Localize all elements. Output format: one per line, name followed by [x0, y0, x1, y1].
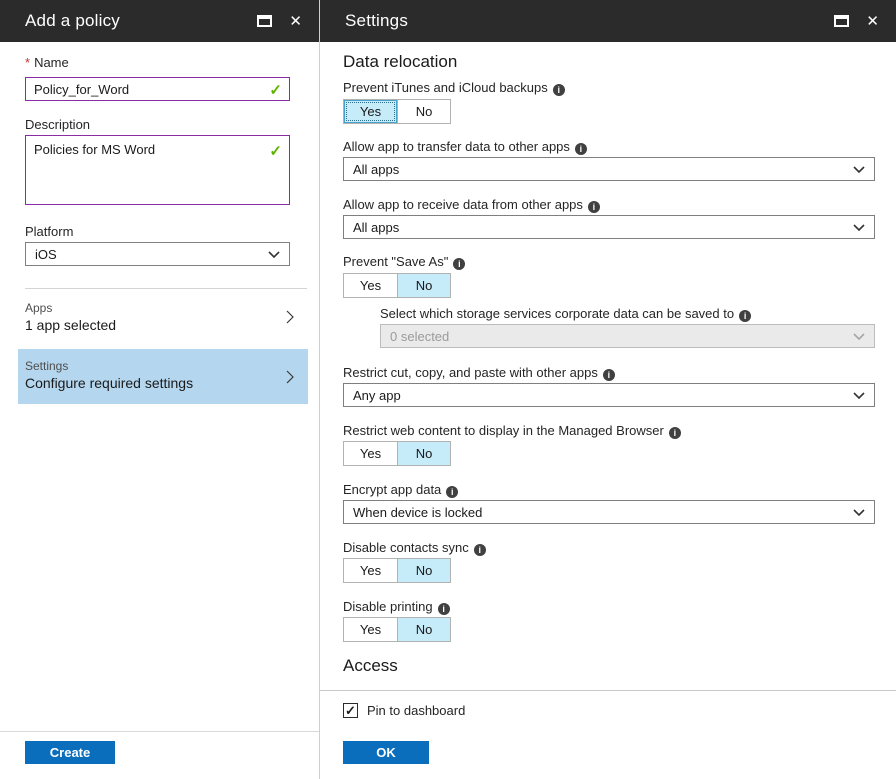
- toggle-disable-contacts-sync: Yes No: [343, 558, 451, 583]
- chevron-down-icon: [268, 251, 280, 258]
- platform-select[interactable]: iOS: [25, 242, 290, 266]
- maximize-icon[interactable]: [257, 15, 272, 27]
- toggle-no-option[interactable]: No: [397, 274, 450, 297]
- nav-item-apps-label: Apps: [25, 301, 308, 315]
- toggle-no-option[interactable]: No: [397, 442, 450, 465]
- nav-item-settings[interactable]: Settings Configure required settings: [18, 349, 308, 404]
- toggle-yes-option[interactable]: Yes: [344, 442, 397, 465]
- info-icon[interactable]: i: [474, 544, 486, 556]
- toggle-prevent-save-as: Yes No: [343, 273, 451, 298]
- blade-title-add-policy: Add a policy: [25, 11, 120, 31]
- section-heading-access: Access: [343, 656, 398, 676]
- toggle-yes-option[interactable]: Yes: [344, 618, 397, 641]
- select-value: All apps: [353, 220, 399, 235]
- toggle-yes-option[interactable]: Yes: [344, 100, 397, 123]
- platform-label: Platform: [25, 224, 73, 239]
- settings-blade-header: Settings ✕: [320, 0, 896, 42]
- blade-title-settings: Settings: [345, 11, 408, 31]
- section-heading-data-relocation: Data relocation: [343, 52, 457, 72]
- label-restrict-cut-copy-paste: Restrict cut, copy, and paste with other…: [343, 365, 615, 381]
- label-prevent-itunes-icloud-backups: Prevent iTunes and iCloud backupsi: [343, 80, 565, 96]
- select-restrict-cut-copy-paste[interactable]: Any app: [343, 383, 875, 407]
- platform-select-value: iOS: [35, 247, 57, 262]
- pin-to-dashboard-row[interactable]: ✓ Pin to dashboard: [343, 703, 465, 718]
- close-icon[interactable]: ✕: [287, 13, 304, 30]
- label-disable-contacts-sync: Disable contacts synci: [343, 540, 486, 556]
- info-icon[interactable]: i: [669, 427, 681, 439]
- chevron-down-icon: [853, 392, 865, 399]
- toggle-no-option[interactable]: No: [397, 618, 450, 641]
- info-icon[interactable]: i: [446, 486, 458, 498]
- valid-checkmark-icon: ✓: [269, 142, 282, 160]
- label-encrypt-app-data: Encrypt app datai: [343, 482, 458, 498]
- select-value: When device is locked: [353, 505, 482, 520]
- settings-blade: Settings ✕ Data relocation Prevent iTune…: [320, 0, 896, 779]
- info-icon[interactable]: i: [453, 258, 465, 270]
- pin-to-dashboard-checkbox[interactable]: ✓: [343, 703, 358, 718]
- footer-divider: [0, 731, 319, 732]
- footer-divider: [320, 690, 896, 691]
- toggle-restrict-web-content: Yes No: [343, 441, 451, 466]
- chevron-down-icon: [853, 166, 865, 173]
- nav-item-settings-label: Settings: [25, 359, 308, 373]
- nav-item-settings-detail: Configure required settings: [25, 375, 308, 391]
- name-field-wrap: ✓: [25, 77, 290, 101]
- toggle-yes-option[interactable]: Yes: [344, 559, 397, 582]
- description-field-wrap: Policies for MS Word ✓: [25, 135, 290, 210]
- toggle-no-option[interactable]: No: [397, 100, 450, 123]
- name-input[interactable]: [25, 77, 290, 101]
- add-policy-blade: Add a policy ✕ *Name ✓ Description Polic…: [0, 0, 320, 779]
- label-allow-transfer-data: Allow app to transfer data to other apps…: [343, 139, 587, 155]
- chevron-down-icon: [853, 224, 865, 231]
- add-policy-blade-header: Add a policy ✕: [0, 0, 319, 42]
- label-storage-services: Select which storage services corporate …: [380, 306, 751, 322]
- check-icon: ✓: [345, 703, 356, 718]
- label-disable-printing: Disable printingi: [343, 599, 450, 615]
- required-asterisk: *: [25, 55, 30, 70]
- create-button[interactable]: Create: [25, 741, 115, 764]
- toggle-no-option[interactable]: No: [397, 559, 450, 582]
- toggle-prevent-itunes-icloud-backups: Yes No: [343, 99, 451, 124]
- chevron-down-icon: [853, 509, 865, 516]
- close-icon[interactable]: ✕: [864, 13, 881, 30]
- nav-item-apps-detail: 1 app selected: [25, 317, 308, 333]
- toggle-yes-option[interactable]: Yes: [344, 274, 397, 297]
- maximize-icon[interactable]: [834, 15, 849, 27]
- valid-checkmark-icon: ✓: [269, 81, 282, 99]
- select-allow-receive-data[interactable]: All apps: [343, 215, 875, 239]
- description-textarea[interactable]: Policies for MS Word: [25, 135, 290, 205]
- info-icon[interactable]: i: [739, 310, 751, 322]
- chevron-right-icon: [286, 310, 294, 324]
- chevron-down-icon: [853, 333, 865, 340]
- info-icon[interactable]: i: [588, 201, 600, 213]
- select-value: 0 selected: [390, 329, 449, 344]
- name-label: *Name: [25, 55, 69, 70]
- select-encrypt-app-data[interactable]: When device is locked: [343, 500, 875, 524]
- chevron-right-icon: [286, 370, 294, 384]
- label-allow-receive-data: Allow app to receive data from other app…: [343, 197, 600, 213]
- ok-button[interactable]: OK: [343, 741, 429, 764]
- info-icon[interactable]: i: [438, 603, 450, 615]
- description-label: Description: [25, 117, 90, 132]
- info-icon[interactable]: i: [603, 369, 615, 381]
- label-prevent-save-as: Prevent "Save As"i: [343, 254, 465, 270]
- nav-item-apps[interactable]: Apps 1 app selected: [18, 293, 308, 340]
- select-value: All apps: [353, 162, 399, 177]
- section-divider: [25, 288, 307, 289]
- select-allow-transfer-data[interactable]: All apps: [343, 157, 875, 181]
- select-storage-services: 0 selected: [380, 324, 875, 348]
- toggle-disable-printing: Yes No: [343, 617, 451, 642]
- select-value: Any app: [353, 388, 401, 403]
- info-icon[interactable]: i: [575, 143, 587, 155]
- pin-to-dashboard-label: Pin to dashboard: [367, 703, 465, 718]
- label-restrict-web-content: Restrict web content to display in the M…: [343, 423, 681, 439]
- info-icon[interactable]: i: [553, 84, 565, 96]
